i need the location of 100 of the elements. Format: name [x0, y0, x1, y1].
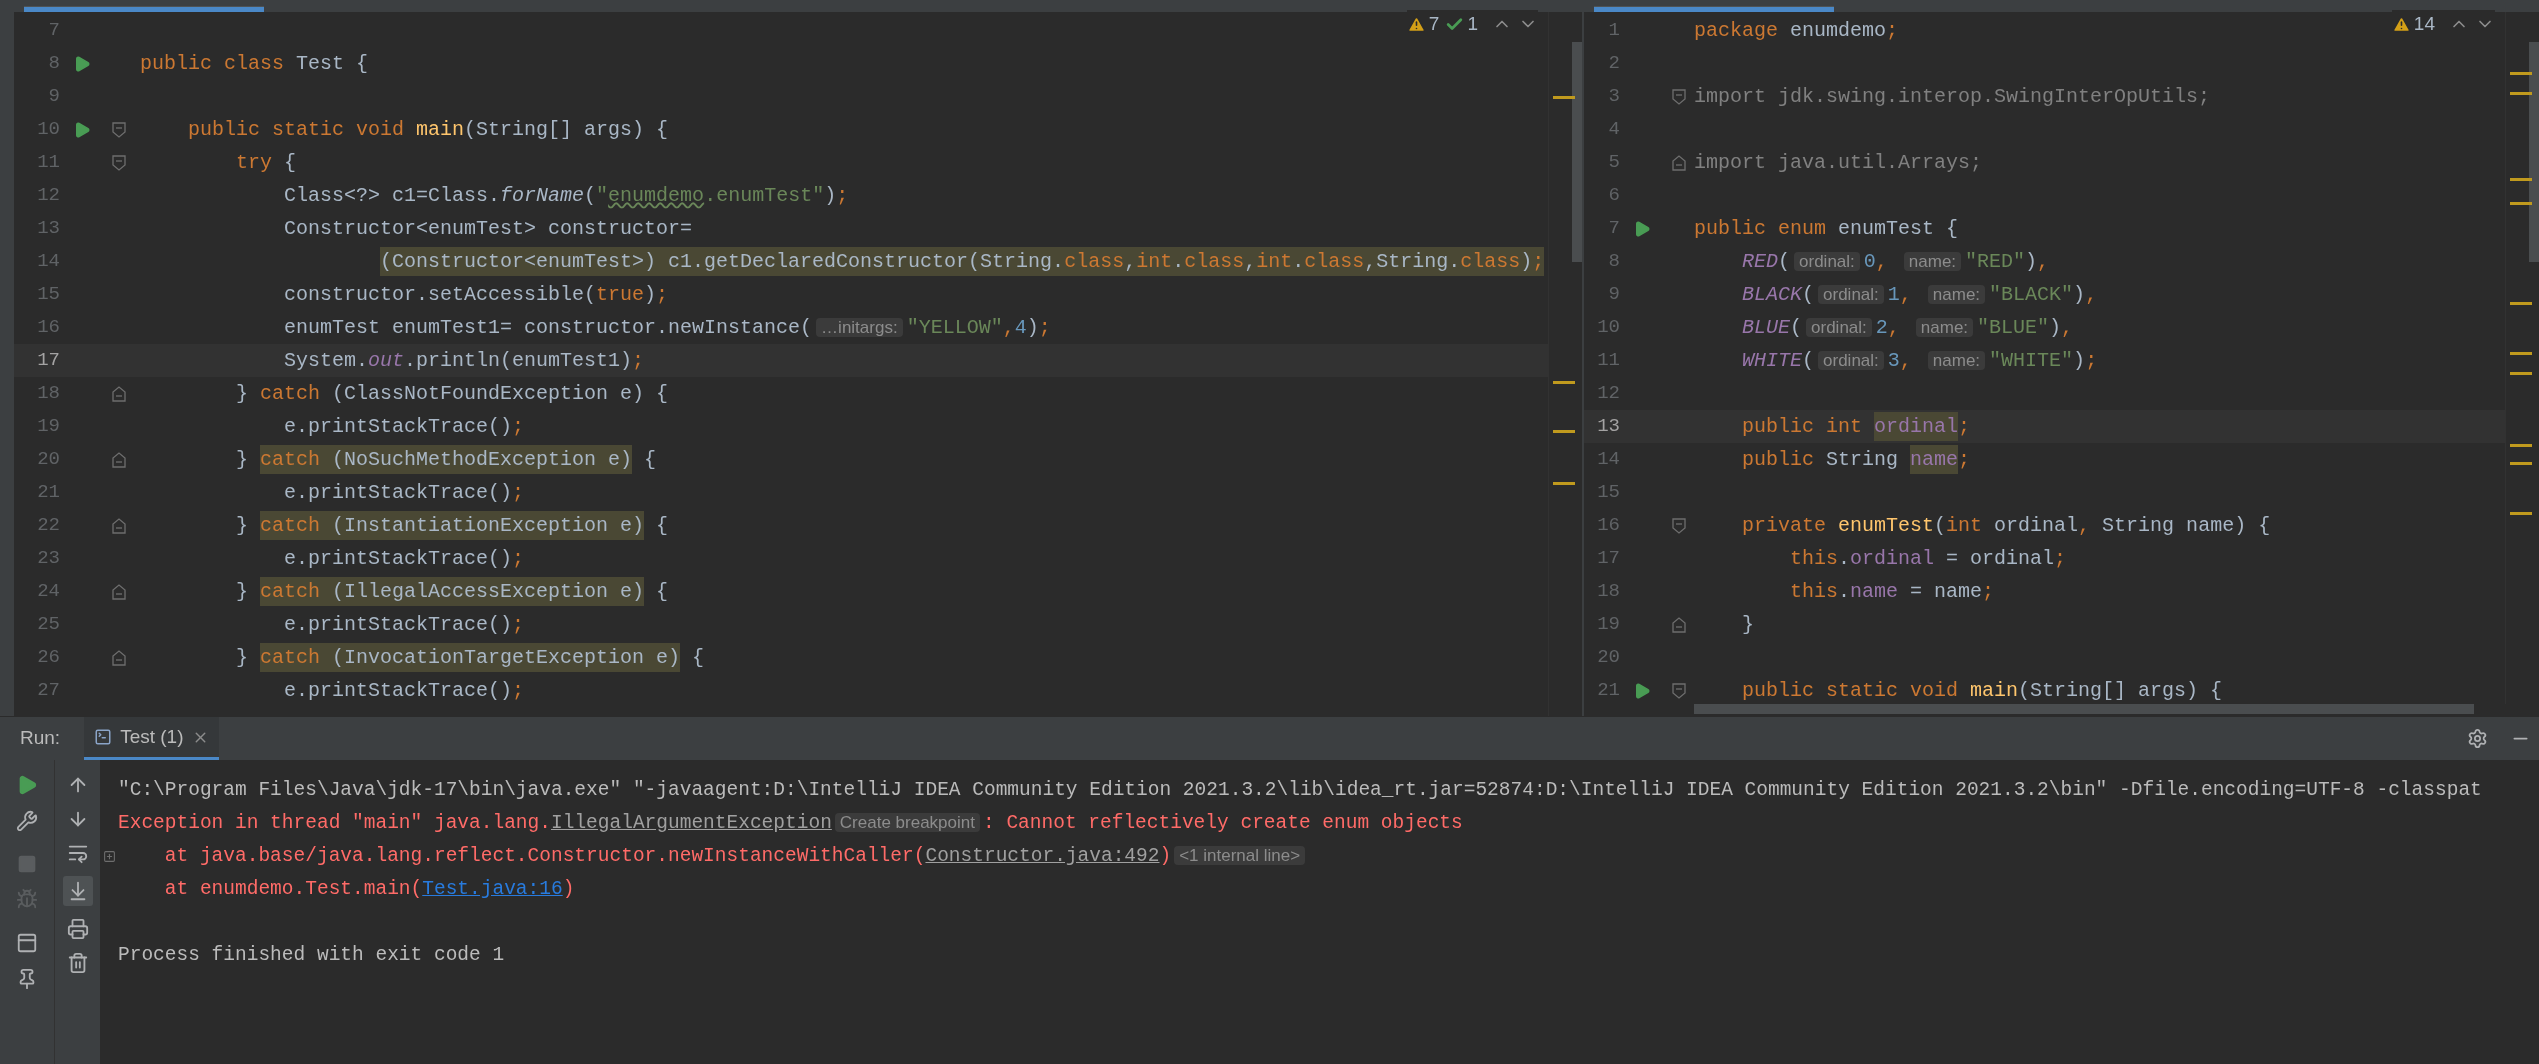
link[interactable]: Constructor.java:492: [925, 844, 1160, 867]
editor-tab[interactable]: [24, 6, 264, 12]
console-line: "C:\Program Files\Java\jdk-17\bin\java.exe" "-javaagent:D:\IntelliJ IDEA Community Edition 2021.3.2\lib\idea_rt.jar=52874:D:\IntelliJ IDEA Community Edition 2021.3.2\bin" -Dfile.encoding=UTF-8 -classpat: [118, 777, 2482, 803]
expand-icon[interactable]: [102, 850, 116, 863]
code-line: public enum enumTest {: [1694, 215, 1959, 242]
line-number: 18: [36, 381, 60, 407]
console-line: at enumdemo.Test.main(Test.java:16): [163, 876, 575, 902]
code-line: Constructor<enumTest> constructor=: [283, 215, 693, 242]
panel-title: Run:: [20, 726, 61, 751]
line-number: 24: [36, 579, 60, 605]
code-line: }: [1741, 611, 1754, 638]
line-number: 16: [1596, 513, 1620, 539]
run-icon[interactable]: [73, 54, 91, 73]
fold-icon[interactable]: [1672, 517, 1686, 534]
line-number: 15: [36, 282, 60, 308]
code-line: BLACK( ordinal: 1, name: "BLACK"),: [1741, 281, 2098, 308]
line-number: 19: [36, 414, 60, 440]
code-line: public static void main(String[] args) {: [1741, 677, 2223, 704]
console-line: Process finished with exit code 1: [118, 942, 505, 968]
line-number: 12: [1596, 381, 1620, 407]
line-number: 2: [1607, 51, 1620, 77]
line-number: 11: [36, 150, 60, 176]
code-line: } catch (ClassNotFoundException e) {: [235, 380, 669, 407]
console-icon: [94, 728, 113, 746]
line-number: 5: [1607, 150, 1620, 176]
scrollbar-thumb[interactable]: [1572, 42, 1582, 262]
bug-icon[interactable]: [16, 888, 38, 910]
code-line: WHITE( ordinal: 3, name: "WHITE");: [1741, 347, 2098, 374]
line-number: 16: [36, 315, 60, 341]
problem-count[interactable]: 1: [1467, 10, 1478, 39]
line-number: 13: [1596, 414, 1620, 440]
problem-count[interactable]: 14: [2413, 10, 2435, 39]
code-line: System.out.println(enumTest1);: [283, 347, 645, 374]
line-number: 7: [47, 18, 60, 44]
fold-icon[interactable]: [112, 451, 126, 468]
code-line: enumTest enumTest1= constructor.newInstance( …initargs: "YELLOW",4);: [283, 314, 1051, 341]
line-number: 14: [1596, 447, 1620, 473]
line-number: 14: [36, 249, 60, 275]
line-number: 20: [36, 447, 60, 473]
fold-icon[interactable]: [1672, 154, 1686, 171]
line-number: 9: [47, 84, 60, 110]
line-number: 8: [47, 51, 60, 77]
code-line: this.name = name;: [1789, 578, 1995, 605]
line-number: 3: [1607, 84, 1620, 110]
line-number: 18: [1596, 579, 1620, 605]
code-line: private enumTest(int ordinal, String name) {: [1741, 512, 2271, 539]
fold-icon[interactable]: [112, 154, 126, 171]
print-icon[interactable]: [66, 918, 89, 940]
line-number: 19: [1596, 612, 1620, 638]
code-line: try {: [235, 149, 297, 176]
link[interactable]: IllegalArgumentException: [551, 811, 832, 834]
console-line: Exception in thread "main" java.lang.IllegalArgumentException Create breakpoint : Cannot reflectively create enum objects: [118, 810, 1463, 836]
settings-icon[interactable]: [2467, 728, 2488, 749]
fold-icon[interactable]: [1672, 88, 1686, 105]
code-line: e.printStackTrace();: [283, 611, 525, 638]
line-number: 20: [1596, 645, 1620, 671]
layout-icon[interactable]: [16, 932, 38, 954]
trash-icon[interactable]: [66, 952, 89, 974]
code-line: RED( ordinal: 0, name: "RED"),: [1741, 248, 2050, 275]
code-line: e.printStackTrace();: [283, 677, 525, 704]
console-line: at java.base/java.lang.reflect.Constructor.newInstanceWithCaller(Constructor.java:492) <1 internal line>: [118, 841, 1309, 872]
line-number: 7: [1607, 216, 1620, 242]
code-line: e.printStackTrace();: [283, 413, 525, 440]
run-icon[interactable]: [1633, 681, 1651, 700]
run-icon[interactable]: [73, 120, 91, 139]
run-tab[interactable]: Test (1): [84, 717, 219, 760]
fold-icon[interactable]: [112, 517, 126, 534]
scroll-to-end-icon[interactable]: [62, 876, 93, 906]
horizontal-scrollbar[interactable]: [1694, 704, 2474, 714]
code-line: public class Test {: [140, 50, 369, 77]
code-line: public static void main(String[] args) {: [187, 116, 669, 143]
line-number: 10: [1596, 315, 1620, 341]
link[interactable]: Test.java:16: [422, 877, 563, 900]
code-line: Class<?> c1=Class.forName("enumdemo.enumTest");: [283, 182, 849, 209]
line-number: 10: [36, 117, 60, 143]
fold-icon[interactable]: [112, 385, 126, 402]
code-line: package enumdemo;: [1694, 17, 1899, 44]
run-icon[interactable]: [1633, 219, 1651, 238]
line-number: 23: [36, 546, 60, 572]
line-number: 25: [36, 612, 60, 638]
scrollbar-thumb[interactable]: [2529, 42, 2539, 262]
fold-icon[interactable]: [112, 583, 126, 600]
fold-icon[interactable]: [112, 649, 126, 666]
stop-icon[interactable]: [17, 854, 37, 874]
line-number: 6: [1607, 183, 1620, 209]
line-number: 8: [1607, 249, 1620, 275]
line-number: 15: [1596, 480, 1620, 506]
code-line: public int ordinal;: [1694, 411, 1971, 442]
fold-icon[interactable]: [1672, 616, 1686, 633]
fold-icon[interactable]: [112, 121, 126, 138]
fold-icon[interactable]: [1672, 682, 1686, 699]
line-number: 21: [36, 480, 60, 506]
wrench-icon[interactable]: [16, 810, 38, 832]
code-line: e.printStackTrace();: [283, 545, 525, 572]
line-number: 17: [36, 348, 60, 374]
editor-tab[interactable]: [1594, 6, 1834, 12]
problem-count[interactable]: 7: [1428, 10, 1440, 39]
code-line: BLUE( ordinal: 2, name: "BLUE"),: [1741, 314, 2074, 341]
code-line: e.printStackTrace();: [283, 479, 525, 506]
code-line: import java.util.Arrays;: [1694, 149, 1983, 176]
